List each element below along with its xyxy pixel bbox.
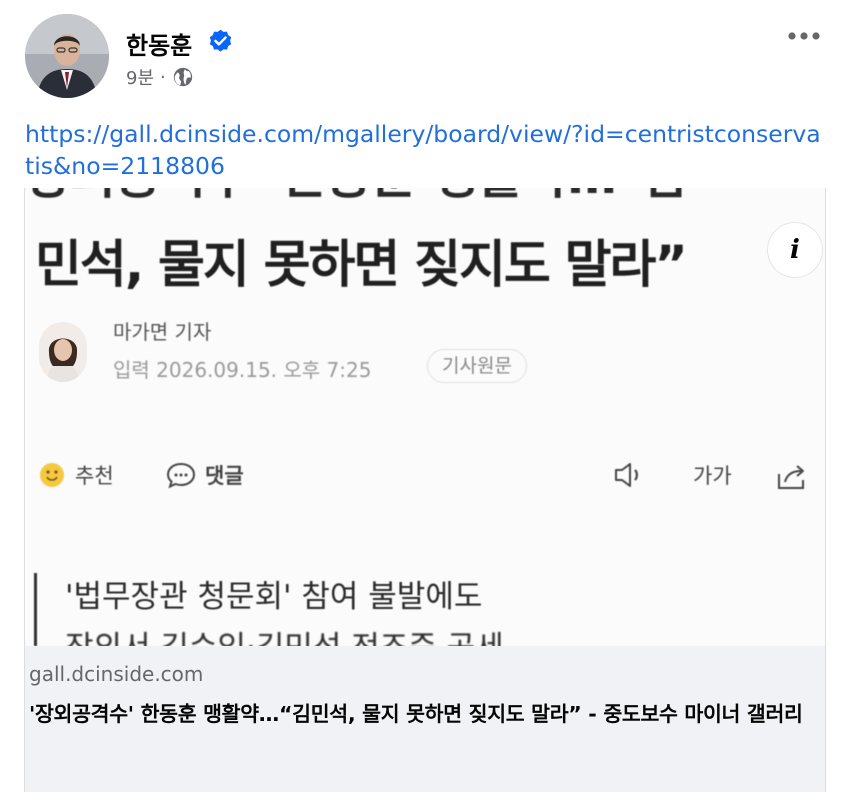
comment-label: 댓글 [205, 464, 244, 488]
article-dateline: 입력 2026.09.15. 오후 7:25 [113, 358, 372, 382]
info-icon[interactable]: i [767, 222, 823, 278]
reporter-name: 마가면 기자 [113, 320, 212, 344]
author-name[interactable]: 한동훈 [126, 26, 192, 61]
speaker-action [613, 460, 647, 490]
recommend-action: 추천 [37, 460, 114, 490]
meta-separator: · [160, 66, 166, 88]
verified-badge-icon [209, 29, 232, 52]
original-article-button: 기사원문 [427, 349, 527, 383]
smile-icon [40, 463, 64, 487]
post-time[interactable]: 9분 [126, 64, 154, 90]
share-icon [778, 465, 804, 489]
link-title[interactable]: '장외공격수' 한동훈 맹활약…“김민석, 물지 못하면 짖지도 말라” - 중… [29, 696, 824, 732]
post-header: 한동훈 9분 · [0, 0, 850, 110]
comment-icon [166, 462, 196, 489]
preview-headline: 민석, 물지 못하면 짖지도 말라” [35, 236, 688, 295]
author-avatar-image [25, 14, 109, 98]
link-preview-card[interactable]: 장외공격수' 한동훈 맹활약…"김 민석, 물지 못하면 짖지도 말라” i 마… [24, 188, 826, 792]
link-preview-image[interactable]: 장외공격수' 한동훈 맹활약…"김 민석, 물지 못하면 짖지도 말라” i 마… [25, 188, 825, 646]
share-action [775, 460, 809, 492]
reporter-avatar [39, 322, 87, 382]
recommend-label: 추천 [75, 464, 114, 488]
more-options-icon[interactable] [783, 24, 825, 48]
post-meta: 9분 · [126, 64, 194, 90]
comment-action: 댓글 [165, 460, 244, 490]
link-domain: gall.dcinside.com [29, 662, 204, 686]
headline-cut-line: 장외공격수' 한동훈 맹활약…"김 [25, 188, 825, 208]
quote-bar [34, 573, 37, 646]
speaker-icon [615, 463, 638, 487]
article-subhead: '법무장관 청문회' 참여 불발에도 [65, 579, 483, 615]
link-card-footer[interactable]: gall.dcinside.com '장외공격수' 한동훈 맹활약…“김민석, … [25, 646, 825, 792]
globe-icon[interactable] [172, 66, 194, 88]
post-link[interactable]: https://gall.dcinside.com/mgallery/board… [25, 118, 825, 182]
font-size-action: 가가 [693, 460, 732, 490]
font-size-icon: 가가 [693, 464, 732, 488]
article-subhead-cut: 장외서 김수익·김민석 전조준 공세 [65, 622, 504, 646]
author-avatar[interactable] [25, 14, 109, 98]
